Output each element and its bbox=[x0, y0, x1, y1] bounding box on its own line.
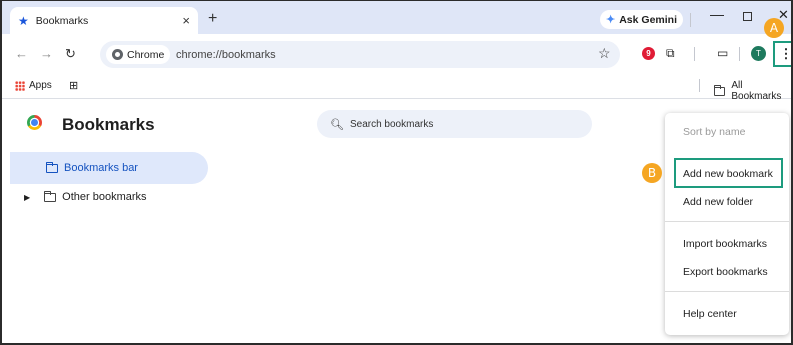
organize-menu: Sort by name Add new bookmark Add new fo… bbox=[665, 113, 789, 335]
search-icon: 🔍︎ bbox=[330, 118, 344, 131]
divider bbox=[694, 47, 695, 61]
expand-arrow-icon[interactable]: ▶ bbox=[24, 193, 30, 202]
minimize-button[interactable]: — bbox=[710, 6, 724, 22]
profile-avatar[interactable]: T bbox=[751, 46, 766, 61]
apps-label: Apps bbox=[29, 80, 52, 91]
all-bookmarks-label: All Bookmarks bbox=[731, 80, 782, 102]
url-text[interactable]: chrome://bookmarks bbox=[176, 49, 276, 61]
tab-bookmarks[interactable]: ★ Bookmarks × bbox=[10, 7, 198, 34]
apps-grid-icon bbox=[15, 80, 25, 91]
new-tab-button[interactable]: + bbox=[208, 10, 217, 28]
chrome-menu-button[interactable]: ⋮ bbox=[773, 41, 791, 67]
sidebar-item-bookmarks-bar[interactable]: Bookmarks bar bbox=[10, 152, 208, 184]
divider bbox=[739, 47, 740, 61]
sidebar-item-label: Other bookmarks bbox=[62, 191, 147, 203]
menu-divider bbox=[665, 291, 789, 292]
menu-item-add-new-folder[interactable]: Add new folder bbox=[683, 196, 753, 208]
folder-icon bbox=[45, 161, 58, 173]
menu-item-export-bookmarks[interactable]: Export bookmarks bbox=[683, 266, 768, 278]
chrome-logo-icon bbox=[27, 115, 42, 130]
maximize-button[interactable] bbox=[743, 12, 752, 21]
tab-close-button[interactable]: × bbox=[182, 13, 190, 28]
ask-gemini-label: Ask Gemini bbox=[619, 13, 677, 26]
menu-item-sort-by-name[interactable]: Sort by name bbox=[683, 126, 745, 138]
page-title: Bookmarks bbox=[62, 115, 155, 134]
tab-title: Bookmarks bbox=[35, 14, 89, 27]
apps-shortcut[interactable]: Apps bbox=[15, 80, 52, 91]
tab-search-icon[interactable]: ▭ bbox=[717, 46, 728, 60]
highlight-add-new-bookmark bbox=[674, 158, 783, 188]
back-arrow-icon[interactable]: ← bbox=[15, 46, 28, 61]
menu-divider bbox=[665, 221, 789, 222]
browser-window: ★ Bookmarks × + ✦ Ask Gemini — ✕ ← → ↻ C… bbox=[0, 0, 793, 345]
menu-item-import-bookmarks[interactable]: Import bookmarks bbox=[683, 238, 767, 250]
callout-badge-a: A bbox=[764, 18, 784, 38]
divider bbox=[690, 13, 691, 27]
reload-icon[interactable]: ↻ bbox=[65, 46, 76, 62]
search-placeholder: Search bookmarks bbox=[349, 118, 434, 130]
extension-icon[interactable]: 9 bbox=[642, 47, 655, 60]
callout-badge-b: B bbox=[642, 163, 662, 183]
site-chip[interactable]: Chrome bbox=[106, 45, 171, 64]
folder-icon bbox=[713, 84, 726, 96]
extensions-puzzle-icon[interactable]: ⧉ bbox=[666, 46, 675, 61]
gemini-sparkle-icon: ✦ bbox=[606, 14, 616, 26]
bookmark-star-icon: ★ bbox=[18, 13, 29, 28]
chrome-icon bbox=[112, 49, 123, 60]
ask-gemini-button[interactable]: ✦ Ask Gemini bbox=[600, 10, 683, 29]
sidebar-item-other-bookmarks[interactable]: ▶ Other bookmarks bbox=[24, 190, 147, 203]
all-bookmarks-button[interactable]: All Bookmarks bbox=[713, 80, 791, 102]
divider bbox=[699, 79, 700, 92]
site-chip-label: Chrome bbox=[127, 48, 165, 61]
forward-arrow-icon[interactable]: → bbox=[40, 46, 53, 61]
bookmark-page-star-icon[interactable]: ☆ bbox=[598, 45, 611, 62]
sidebar-item-label: Bookmarks bar bbox=[64, 162, 138, 174]
menu-item-help-center[interactable]: Help center bbox=[683, 308, 737, 320]
tab-groups-icon[interactable]: ⊞ bbox=[69, 79, 78, 92]
folder-icon bbox=[43, 190, 57, 202]
bookmarks-bar bbox=[2, 72, 791, 99]
search-bookmarks-input[interactable]: 🔍︎ Search bookmarks bbox=[317, 110, 592, 138]
